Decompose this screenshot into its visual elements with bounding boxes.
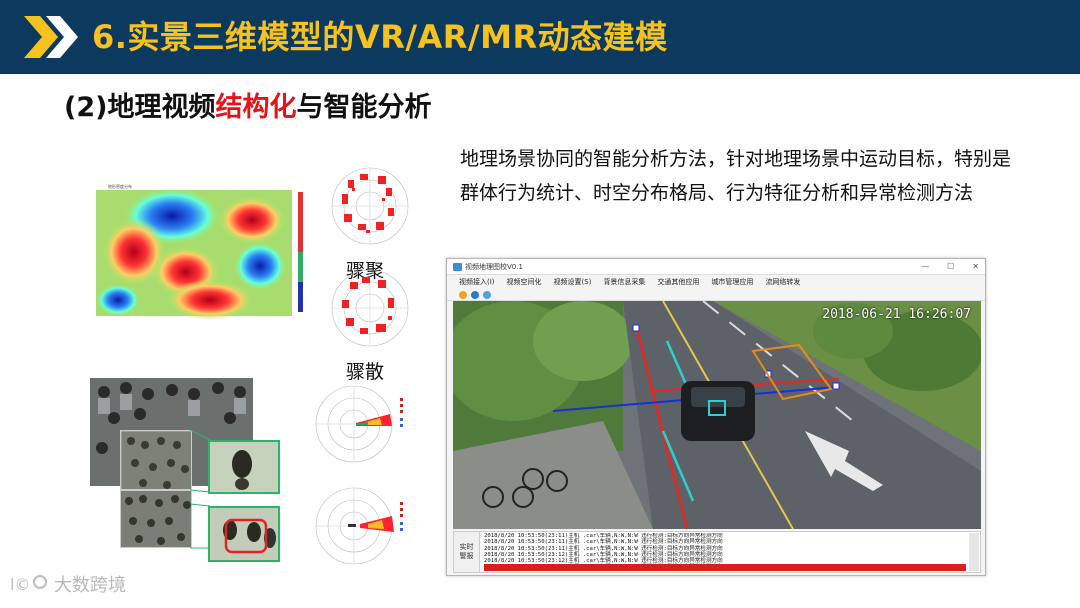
description-text: 地理场景协同的智能分析方法，针对地理场景中运动目标，特别是群体行为统计、时空分布… — [460, 148, 1012, 204]
subtitle-prefix: (2)地理视频 — [64, 92, 216, 123]
polar-chart-scatter-2 — [315, 487, 403, 565]
svg-text:l©: l© — [10, 575, 30, 594]
menu-item-video-settings[interactable]: 视频设置(S) — [554, 275, 592, 289]
zoom-box-top — [208, 440, 280, 494]
section-subtitle: (2)地理视频结构化与智能分析 — [64, 88, 431, 128]
video-frame[interactable]: 2018-06-21 16:26:07 — [453, 301, 981, 529]
maximize-icon[interactable]: ☐ — [947, 259, 954, 275]
density-heatmap-image: 地形密度分布 — [84, 180, 320, 330]
app-icon — [453, 263, 462, 271]
chevron-right-icon — [24, 16, 78, 58]
polar-chart-scatter-1 — [315, 385, 403, 463]
log-side-label: 实时 警报 — [454, 532, 480, 572]
menu-bar: 视频接入(I) 视频空间化 视频设置(S) 背景信息采集 交通其他应用 城市管理… — [447, 275, 985, 289]
toolbar — [447, 289, 985, 301]
toolbar-refresh-icon[interactable] — [483, 290, 491, 299]
toolbar-folder-icon[interactable] — [459, 290, 467, 299]
brand-logo: l© 大数跨境 — [10, 570, 126, 598]
menu-item-background-collect[interactable]: 背景信息采集 — [603, 275, 645, 289]
video-timestamp: 2018-06-21 16:26:07 — [822, 307, 971, 322]
log-side-label-realtime: 实时 — [459, 543, 474, 551]
window-title: 视频地理图校V0.1 — [465, 263, 523, 271]
page-title: 6.实景三维模型的VR/AR/MR动态建模 — [92, 18, 668, 56]
zoom-box-bottom — [208, 506, 280, 562]
brand-name: 大数跨境 — [54, 575, 126, 596]
menu-item-stream-forward[interactable]: 流网络转发 — [765, 275, 800, 289]
window-titlebar: 视频地理图校V0.1 — ☐ ✕ — [447, 259, 985, 275]
log-scrollbar[interactable] — [969, 533, 979, 571]
menu-item-video-input[interactable]: 视频接入(I) — [459, 275, 495, 289]
video-app-window: 视频地理图校V0.1 — ☐ ✕ 视频接入(I) 视频空间化 视频设置(S) 背… — [446, 258, 986, 576]
close-icon[interactable]: ✕ — [972, 259, 979, 275]
subtitle-highlight: 结构化 — [215, 92, 297, 123]
menu-item-traffic-apps[interactable]: 交通其他应用 — [657, 275, 699, 289]
menu-item-video-spatial[interactable]: 视频空间化 — [507, 275, 542, 289]
polar-chart-gather-1 — [331, 167, 409, 245]
menu-item-city-management[interactable]: 城市管理应用 — [711, 275, 753, 289]
crowd-inset-top — [120, 430, 192, 490]
polar-chart-gather-2 — [331, 269, 409, 347]
subtitle-suffix: 与智能分析 — [296, 92, 432, 123]
alert-log-panel: 实时 警报 2018/8/20 10:53:50(23:11)主机 .car\车… — [453, 531, 981, 573]
log-line: 2018/8/20 10:53:50(23:12)主机 .car\车辆,N:W,… — [484, 564, 966, 571]
toolbar-play-icon[interactable] — [471, 290, 479, 299]
minimize-icon[interactable]: — — [921, 259, 929, 275]
header-bar: 6.实景三维模型的VR/AR/MR动态建模 — [0, 0, 1080, 74]
crowd-inset-bottom — [120, 490, 192, 548]
svg-text:地形密度分布: 地形密度分布 — [108, 183, 132, 189]
log-side-label-alert: 警报 — [459, 552, 474, 560]
brand-logo-icon: l© — [10, 575, 47, 594]
log-lines: 2018/8/20 10:53:50(23:11)主机 .car\车辆,N:W,… — [484, 533, 966, 571]
